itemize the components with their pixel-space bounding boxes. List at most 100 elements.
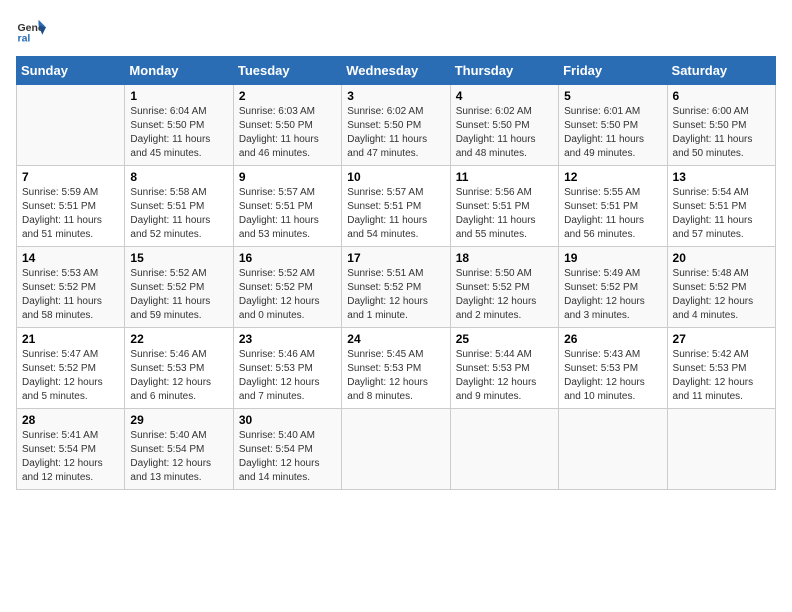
day-number: 6 [673,89,770,103]
day-info: Sunrise: 5:57 AM Sunset: 5:51 PM Dayligh… [347,186,444,242]
day-number: 9 [239,170,336,184]
table-row: 22 Sunrise: 5:46 AM Sunset: 5:53 PM Dayli… [125,328,233,409]
calendar-week-row: 7Sunrise: 5:59 AM Sunset: 5:51 PM Daylig… [17,166,776,247]
day-info: Sunrise: 5:40 AM Sunset: 5:54 PM Dayligh… [239,429,336,485]
day-info: Sunrise: 5:52 AM Sunset: 5:52 PM Dayligh… [130,267,227,323]
logo-icon: Gene ral [16,16,46,46]
day-number: 1 [130,89,227,103]
table-row: 21 Sunrise: 5:47 AM Sunset: 5:52 PM Dayli… [17,328,125,409]
day-number: 3 [347,89,444,103]
day-number: 25 [456,332,553,346]
logo: Gene ral [16,16,48,46]
table-row: 10 Sunrise: 5:57 AM Sunset: 5:51 PM Dayli… [342,166,450,247]
col-saturday: Saturday [667,57,775,85]
day-info: Sunrise: 6:03 AM Sunset: 5:50 PM Dayligh… [239,105,336,161]
day-info: Sunrise: 5:57 AM Sunset: 5:51 PM Dayligh… [239,186,336,242]
day-number: 21 [22,332,119,346]
table-row: 17 Sunrise: 5:51 AM Sunset: 5:52 PM Dayli… [342,247,450,328]
day-number: 8 [130,170,227,184]
table-row: 16 Sunrise: 5:52 AM Sunset: 5:52 PM Dayli… [233,247,341,328]
day-number: 2 [239,89,336,103]
col-sunday: Sunday [17,57,125,85]
day-info: Sunrise: 6:02 AM Sunset: 5:50 PM Dayligh… [347,105,444,161]
day-info: Sunrise: 5:52 AM Sunset: 5:52 PM Dayligh… [239,267,336,323]
col-thursday: Thursday [450,57,558,85]
calendar-week-row: 21 Sunrise: 5:47 AM Sunset: 5:52 PM Dayli… [17,328,776,409]
day-info: Sunrise: 5:56 AM Sunset: 5:51 PM Dayligh… [456,186,553,242]
table-row: 24 Sunrise: 5:45 AM Sunset: 5:53 PM Dayli… [342,328,450,409]
day-number: 28 [22,413,119,427]
table-row [667,409,775,490]
day-number: 22 [130,332,227,346]
day-info: Sunrise: 6:01 AM Sunset: 5:50 PM Dayligh… [564,105,661,161]
day-number: 17 [347,251,444,265]
day-number: 19 [564,251,661,265]
day-info: Sunrise: 6:04 AM Sunset: 5:50 PM Dayligh… [130,105,227,161]
day-info: Sunrise: 5:48 AM Sunset: 5:52 PM Dayligh… [673,267,770,323]
table-row: 5 Sunrise: 6:01 AM Sunset: 5:50 PM Daylig… [559,85,667,166]
col-wednesday: Wednesday [342,57,450,85]
table-row [342,409,450,490]
day-number: 15 [130,251,227,265]
table-row: 29 Sunrise: 5:40 AM Sunset: 5:54 PM Dayli… [125,409,233,490]
page-header: Gene ral [16,16,776,46]
day-info: Sunrise: 5:47 AM Sunset: 5:52 PM Dayligh… [22,348,119,404]
day-info: Sunrise: 5:46 AM Sunset: 5:53 PM Dayligh… [130,348,227,404]
table-row: 28Sunrise: 5:41 AM Sunset: 5:54 PM Dayli… [17,409,125,490]
calendar-week-row: 28Sunrise: 5:41 AM Sunset: 5:54 PM Dayli… [17,409,776,490]
table-row: 15 Sunrise: 5:52 AM Sunset: 5:52 PM Dayli… [125,247,233,328]
day-info: Sunrise: 5:49 AM Sunset: 5:52 PM Dayligh… [564,267,661,323]
col-tuesday: Tuesday [233,57,341,85]
day-number: 29 [130,413,227,427]
table-row: 19 Sunrise: 5:49 AM Sunset: 5:52 PM Dayli… [559,247,667,328]
table-row: 30 Sunrise: 5:40 AM Sunset: 5:54 PM Dayli… [233,409,341,490]
table-row: 9 Sunrise: 5:57 AM Sunset: 5:51 PM Daylig… [233,166,341,247]
day-info: Sunrise: 6:02 AM Sunset: 5:50 PM Dayligh… [456,105,553,161]
day-number: 5 [564,89,661,103]
col-friday: Friday [559,57,667,85]
day-info: Sunrise: 5:44 AM Sunset: 5:53 PM Dayligh… [456,348,553,404]
table-row [559,409,667,490]
day-number: 4 [456,89,553,103]
day-number: 26 [564,332,661,346]
calendar-table: Sunday Monday Tuesday Wednesday Thursday… [16,56,776,490]
table-row: 4 Sunrise: 6:02 AM Sunset: 5:50 PM Daylig… [450,85,558,166]
calendar-week-row: 14 Sunrise: 5:53 AM Sunset: 5:52 PM Dayli… [17,247,776,328]
table-row: 6 Sunrise: 6:00 AM Sunset: 5:50 PM Daylig… [667,85,775,166]
day-number: 27 [673,332,770,346]
table-row [450,409,558,490]
day-number: 11 [456,170,553,184]
table-row: 20Sunrise: 5:48 AM Sunset: 5:52 PM Dayli… [667,247,775,328]
table-row: 1 Sunrise: 6:04 AM Sunset: 5:50 PM Daylig… [125,85,233,166]
day-number: 14 [22,251,119,265]
table-row: 11 Sunrise: 5:56 AM Sunset: 5:51 PM Dayli… [450,166,558,247]
day-number: 24 [347,332,444,346]
day-info: Sunrise: 5:51 AM Sunset: 5:52 PM Dayligh… [347,267,444,323]
day-info: Sunrise: 5:50 AM Sunset: 5:52 PM Dayligh… [456,267,553,323]
svg-text:ral: ral [18,33,31,45]
day-number: 13 [673,170,770,184]
day-info: Sunrise: 5:42 AM Sunset: 5:53 PM Dayligh… [673,348,770,404]
table-row [17,85,125,166]
table-row: 13 Sunrise: 5:54 AM Sunset: 5:51 PM Dayli… [667,166,775,247]
day-info: Sunrise: 5:46 AM Sunset: 5:53 PM Dayligh… [239,348,336,404]
day-number: 30 [239,413,336,427]
day-number: 16 [239,251,336,265]
day-info: Sunrise: 5:40 AM Sunset: 5:54 PM Dayligh… [130,429,227,485]
table-row: 26Sunrise: 5:43 AM Sunset: 5:53 PM Dayli… [559,328,667,409]
table-row: 18 Sunrise: 5:50 AM Sunset: 5:52 PM Dayli… [450,247,558,328]
day-number: 23 [239,332,336,346]
day-info: Sunrise: 6:00 AM Sunset: 5:50 PM Dayligh… [673,105,770,161]
table-row: 7Sunrise: 5:59 AM Sunset: 5:51 PM Daylig… [17,166,125,247]
day-number: 10 [347,170,444,184]
day-info: Sunrise: 5:58 AM Sunset: 5:51 PM Dayligh… [130,186,227,242]
table-row: 12Sunrise: 5:55 AM Sunset: 5:51 PM Dayli… [559,166,667,247]
day-info: Sunrise: 5:59 AM Sunset: 5:51 PM Dayligh… [22,186,119,242]
table-row: 2 Sunrise: 6:03 AM Sunset: 5:50 PM Daylig… [233,85,341,166]
day-info: Sunrise: 5:54 AM Sunset: 5:51 PM Dayligh… [673,186,770,242]
day-number: 18 [456,251,553,265]
table-row: 8 Sunrise: 5:58 AM Sunset: 5:51 PM Daylig… [125,166,233,247]
day-info: Sunrise: 5:53 AM Sunset: 5:52 PM Dayligh… [22,267,119,323]
day-info: Sunrise: 5:55 AM Sunset: 5:51 PM Dayligh… [564,186,661,242]
day-info: Sunrise: 5:45 AM Sunset: 5:53 PM Dayligh… [347,348,444,404]
